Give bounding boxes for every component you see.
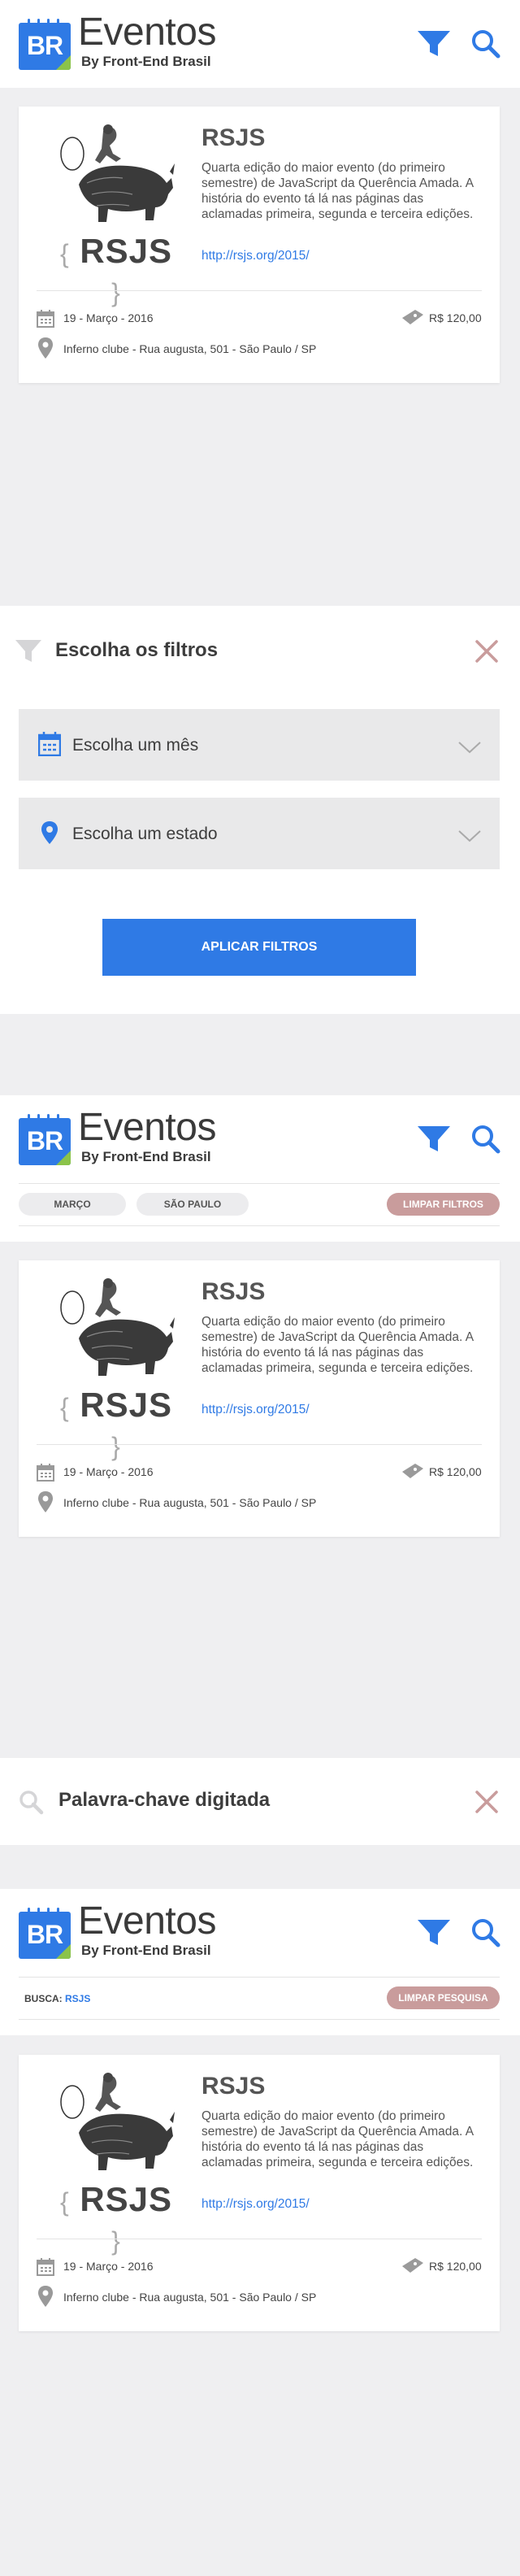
event-place: Inferno clube - Rua augusta, 501 - São P… [63,1496,317,1509]
app-title: Eventos [78,1899,216,1943]
location-pin-icon [38,337,53,359]
event-title: RSJS [202,124,266,151]
divider [19,1977,500,1978]
filter-panel: Escolha os filtros Escolha um mês Escolh… [0,606,520,1014]
chevron-down-icon [457,829,482,843]
search-summary: BUSCA: RSJS [24,1993,91,2004]
app-logo[interactable]: BR [19,18,71,70]
event-place: Inferno clube - Rua augusta, 501 - São P… [63,342,317,355]
location-pin-icon [38,1491,53,1512]
search-icon [18,1789,44,1815]
filter-chip-state[interactable]: SÃO PAULO [136,1193,249,1216]
filter-panel-title: Escolha os filtros [55,639,219,661]
event-date: 19 - Março - 2016 [63,2260,154,2273]
calendar-icon [37,732,62,757]
filter-icon[interactable] [416,29,452,59]
state-select[interactable]: Escolha um estado [19,798,500,869]
event-description: Quarta edição do maior evento (do primei… [202,1315,474,1375]
event-place: Inferno clube - Rua augusta, 501 - São P… [63,2291,317,2304]
event-description: Quarta edição do maior evento (do primei… [202,161,474,221]
logo-box: BR [19,23,71,70]
event-card[interactable]: { RSJS } RSJS Quarta edição do maior eve… [19,107,500,383]
ticket-icon [401,308,425,326]
app-logo[interactable]: BR [19,1113,71,1165]
app-subtitle: By Front-End Brasil [81,54,211,69]
card-divider [37,1444,482,1445]
app-title: Eventos [78,1106,216,1149]
event-description: Quarta edição do maior evento (do primei… [202,2109,474,2169]
filter-icon[interactable] [416,1918,452,1947]
month-select-label: Escolha um mês [72,736,199,755]
close-search-icon[interactable] [474,1790,499,1814]
filter-chip-month[interactable]: MARÇO [19,1193,126,1216]
event-card[interactable]: { RSJS } RSJS Quarta edição do maior eve… [19,1260,500,1537]
calendar-icon [37,1464,54,1482]
card-divider [37,290,482,291]
rsjs-logo: { RSJS } [59,232,173,307]
month-select[interactable]: Escolha um mês [19,709,500,781]
location-pin-icon [38,2286,53,2307]
search-keyword-input[interactable]: Palavra-chave digitada [58,1789,270,1812]
active-search-bar: BUSCA: RSJS LIMPAR PESQUISA [0,1977,520,2035]
logo-box: BR [19,1118,71,1165]
rsjs-logo: { RSJS } [59,1386,173,1461]
event-date: 19 - Março - 2016 [63,311,154,324]
event-title: RSJS [202,1278,266,1305]
chevron-down-icon [457,740,482,755]
clear-filters-button[interactable]: LIMPAR FILTROS [387,1193,500,1216]
calendar-icon [37,310,54,328]
ticket-icon [401,2256,425,2274]
ticket-icon [401,1462,425,1480]
app-subtitle: By Front-End Brasil [81,1149,211,1164]
event-price: R$ 120,00 [429,2260,482,2273]
rsjs-logo: { RSJS } [59,2180,173,2256]
app-header: BR Eventos By Front-End Brasil [0,0,520,88]
event-price: R$ 120,00 [429,311,482,324]
event-date: 19 - Março - 2016 [63,1465,154,1478]
app-header: BR Eventos By Front-End Brasil [0,1889,520,1977]
filter-funnel-icon [15,639,42,664]
divider [19,1183,500,1184]
search-panel: Palavra-chave digitada [0,1758,520,1845]
divider [19,2019,500,2020]
location-pin-icon [38,820,61,845]
app-subtitle: By Front-End Brasil [81,1943,211,1958]
divider [19,1225,500,1226]
event-link[interactable]: http://rsjs.org/2015/ [202,2197,310,2212]
app-title: Eventos [78,11,216,54]
event-link[interactable]: http://rsjs.org/2015/ [202,249,310,263]
state-select-label: Escolha um estado [72,825,218,843]
search-icon[interactable] [470,1917,502,1949]
apply-filters-button[interactable]: APLICAR FILTROS [102,919,416,976]
close-filter-icon[interactable] [474,639,499,664]
event-card[interactable]: { RSJS } RSJS Quarta edição do maior eve… [19,2055,500,2331]
clear-search-button[interactable]: LIMPAR PESQUISA [387,1986,500,2009]
event-price: R$ 120,00 [429,1465,482,1478]
filter-icon[interactable] [416,1125,452,1154]
event-title: RSJS [202,2073,266,2100]
event-link[interactable]: http://rsjs.org/2015/ [202,1403,310,1417]
active-filters-bar: MARÇO SÃO PAULO LIMPAR FILTROS [0,1183,520,1242]
logo-box: BR [19,1912,71,1959]
calendar-icon [37,2258,54,2276]
search-icon[interactable] [470,28,502,60]
app-header: BR Eventos By Front-End Brasil [0,1095,520,1183]
app-logo[interactable]: BR [19,1907,71,1959]
search-icon[interactable] [470,1123,502,1155]
